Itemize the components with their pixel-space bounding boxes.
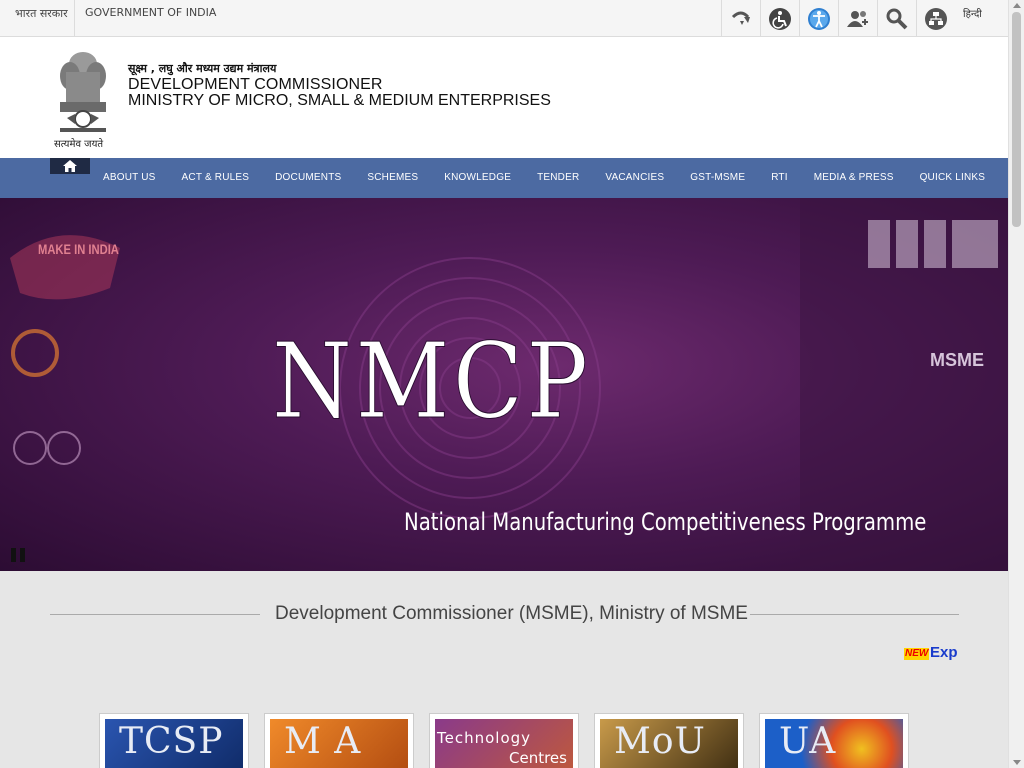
search-button[interactable] bbox=[877, 0, 916, 37]
ministry-title-line2: MINISTRY OF MICRO, SMALL & MEDIUM ENTERP… bbox=[128, 92, 551, 109]
divider-right bbox=[750, 614, 959, 615]
tile-label: UA bbox=[779, 721, 837, 762]
language-toggle[interactable]: हिन्दी bbox=[963, 6, 982, 20]
banner-title: NMCP bbox=[272, 320, 592, 443]
tile-mou[interactable]: MoU bbox=[594, 713, 744, 768]
tile-label-secondary: Centres bbox=[509, 749, 567, 767]
nav-item-vacancies[interactable]: VACANCIES bbox=[592, 158, 677, 198]
nav-item-schemes[interactable]: SCHEMES bbox=[354, 158, 431, 198]
scroll-down-arrow[interactable] bbox=[1013, 760, 1021, 765]
main-navigation: ABOUT US ACT & RULES DOCUMENTS SCHEMES K… bbox=[0, 158, 1008, 198]
pause-icon-bar bbox=[20, 548, 25, 562]
pause-icon bbox=[11, 548, 16, 562]
social-button[interactable] bbox=[838, 0, 877, 37]
nav-item-about-us[interactable]: ABOUT US bbox=[90, 158, 169, 198]
page: भारत सरकार GOVERNMENT OF INDIA हिन्दी सत… bbox=[0, 0, 1024, 768]
tile-ma[interactable]: M A bbox=[264, 713, 414, 768]
news-ticker-link[interactable]: Exp bbox=[930, 644, 958, 661]
tile-label: MoU bbox=[614, 721, 706, 762]
emblem-icon bbox=[56, 48, 110, 134]
home-link[interactable] bbox=[50, 158, 90, 174]
make-in-india-logo: MAKE IN INDIA bbox=[38, 241, 119, 257]
scheme-tiles: TCSP M A Technology Centres MoU UA bbox=[99, 713, 924, 768]
divider bbox=[74, 0, 75, 37]
tile-image: TCSP bbox=[105, 719, 243, 768]
tile-image: MoU bbox=[600, 719, 738, 768]
scroll-up-arrow[interactable] bbox=[1013, 3, 1021, 8]
gov-hindi-link[interactable]: भारत सरकार bbox=[15, 6, 68, 21]
social-users-icon bbox=[847, 10, 868, 27]
screen-reader-button[interactable] bbox=[799, 0, 838, 37]
accessibility-tools bbox=[721, 0, 955, 37]
tile-ua[interactable]: UA bbox=[759, 713, 909, 768]
screen-reader-icon bbox=[808, 7, 830, 30]
sitemap-button[interactable] bbox=[916, 0, 955, 37]
nav-item-act-rules[interactable]: ACT & RULES bbox=[169, 158, 263, 198]
tile-image: M A bbox=[270, 719, 408, 768]
scroll-thumb[interactable] bbox=[1012, 12, 1021, 227]
msme-logo: MSME bbox=[930, 350, 984, 370]
sitemap-icon bbox=[925, 7, 947, 30]
slider-pause-button[interactable] bbox=[11, 548, 27, 562]
gov-english-link[interactable]: GOVERNMENT OF INDIA bbox=[85, 6, 216, 19]
hero-banner-slider[interactable]: MAKE IN INDIA MSME NMCP National Manufac… bbox=[0, 198, 1008, 571]
tile-label: Technology bbox=[437, 729, 532, 747]
tile-label: M A bbox=[284, 721, 362, 762]
nav-item-rti[interactable]: RTI bbox=[758, 158, 801, 198]
nav-item-knowledge[interactable]: KNOWLEDGE bbox=[431, 158, 524, 198]
nav-item-media-press[interactable]: MEDIA & PRESS bbox=[801, 158, 907, 198]
national-emblem-logo[interactable]: सत्यमेव जयते bbox=[52, 44, 114, 154]
main-content: Development Commissioner (MSME), Ministr… bbox=[0, 571, 1008, 768]
ministry-title-hindi: सूक्ष्म , लघु और मध्यम उद्यम मंत्रालय bbox=[128, 62, 277, 75]
site-header: सत्यमेव जयते सूक्ष्म , लघु और मध्यम उद्य… bbox=[0, 38, 1008, 158]
nav-item-gst-msme[interactable]: GST-MSME bbox=[677, 158, 758, 198]
search-icon bbox=[886, 8, 908, 29]
tile-tcsp[interactable]: TCSP bbox=[99, 713, 249, 768]
skip-to-content-button[interactable] bbox=[721, 0, 760, 37]
banner-subtitle: National Manufacturing Competitiveness P… bbox=[404, 508, 927, 536]
new-badge: NEW bbox=[904, 648, 930, 660]
tile-image: Technology Centres bbox=[435, 719, 573, 768]
top-utility-bar: भारत सरकार GOVERNMENT OF INDIA हिन्दी bbox=[0, 0, 1008, 37]
home-icon bbox=[63, 160, 77, 172]
emblem-motto: सत्यमेव जयते bbox=[54, 139, 104, 150]
tile-technology-centres[interactable]: Technology Centres bbox=[429, 713, 579, 768]
section-title: Development Commissioner (MSME), Ministr… bbox=[275, 603, 748, 624]
nav-item-documents[interactable]: DOCUMENTS bbox=[262, 158, 354, 198]
divider-left bbox=[50, 614, 260, 615]
nav-item-quick-links[interactable]: QUICK LINKS bbox=[907, 158, 999, 198]
tile-label: TCSP bbox=[119, 721, 224, 762]
skip-to-content-icon bbox=[731, 11, 750, 25]
tile-image: UA bbox=[765, 719, 903, 768]
accessibility-button[interactable] bbox=[760, 0, 799, 37]
nav-menu: ABOUT US ACT & RULES DOCUMENTS SCHEMES K… bbox=[90, 158, 998, 198]
page-scrollbar[interactable] bbox=[1008, 0, 1024, 768]
accessibility-icon bbox=[769, 7, 791, 30]
nav-item-tender[interactable]: TENDER bbox=[524, 158, 592, 198]
